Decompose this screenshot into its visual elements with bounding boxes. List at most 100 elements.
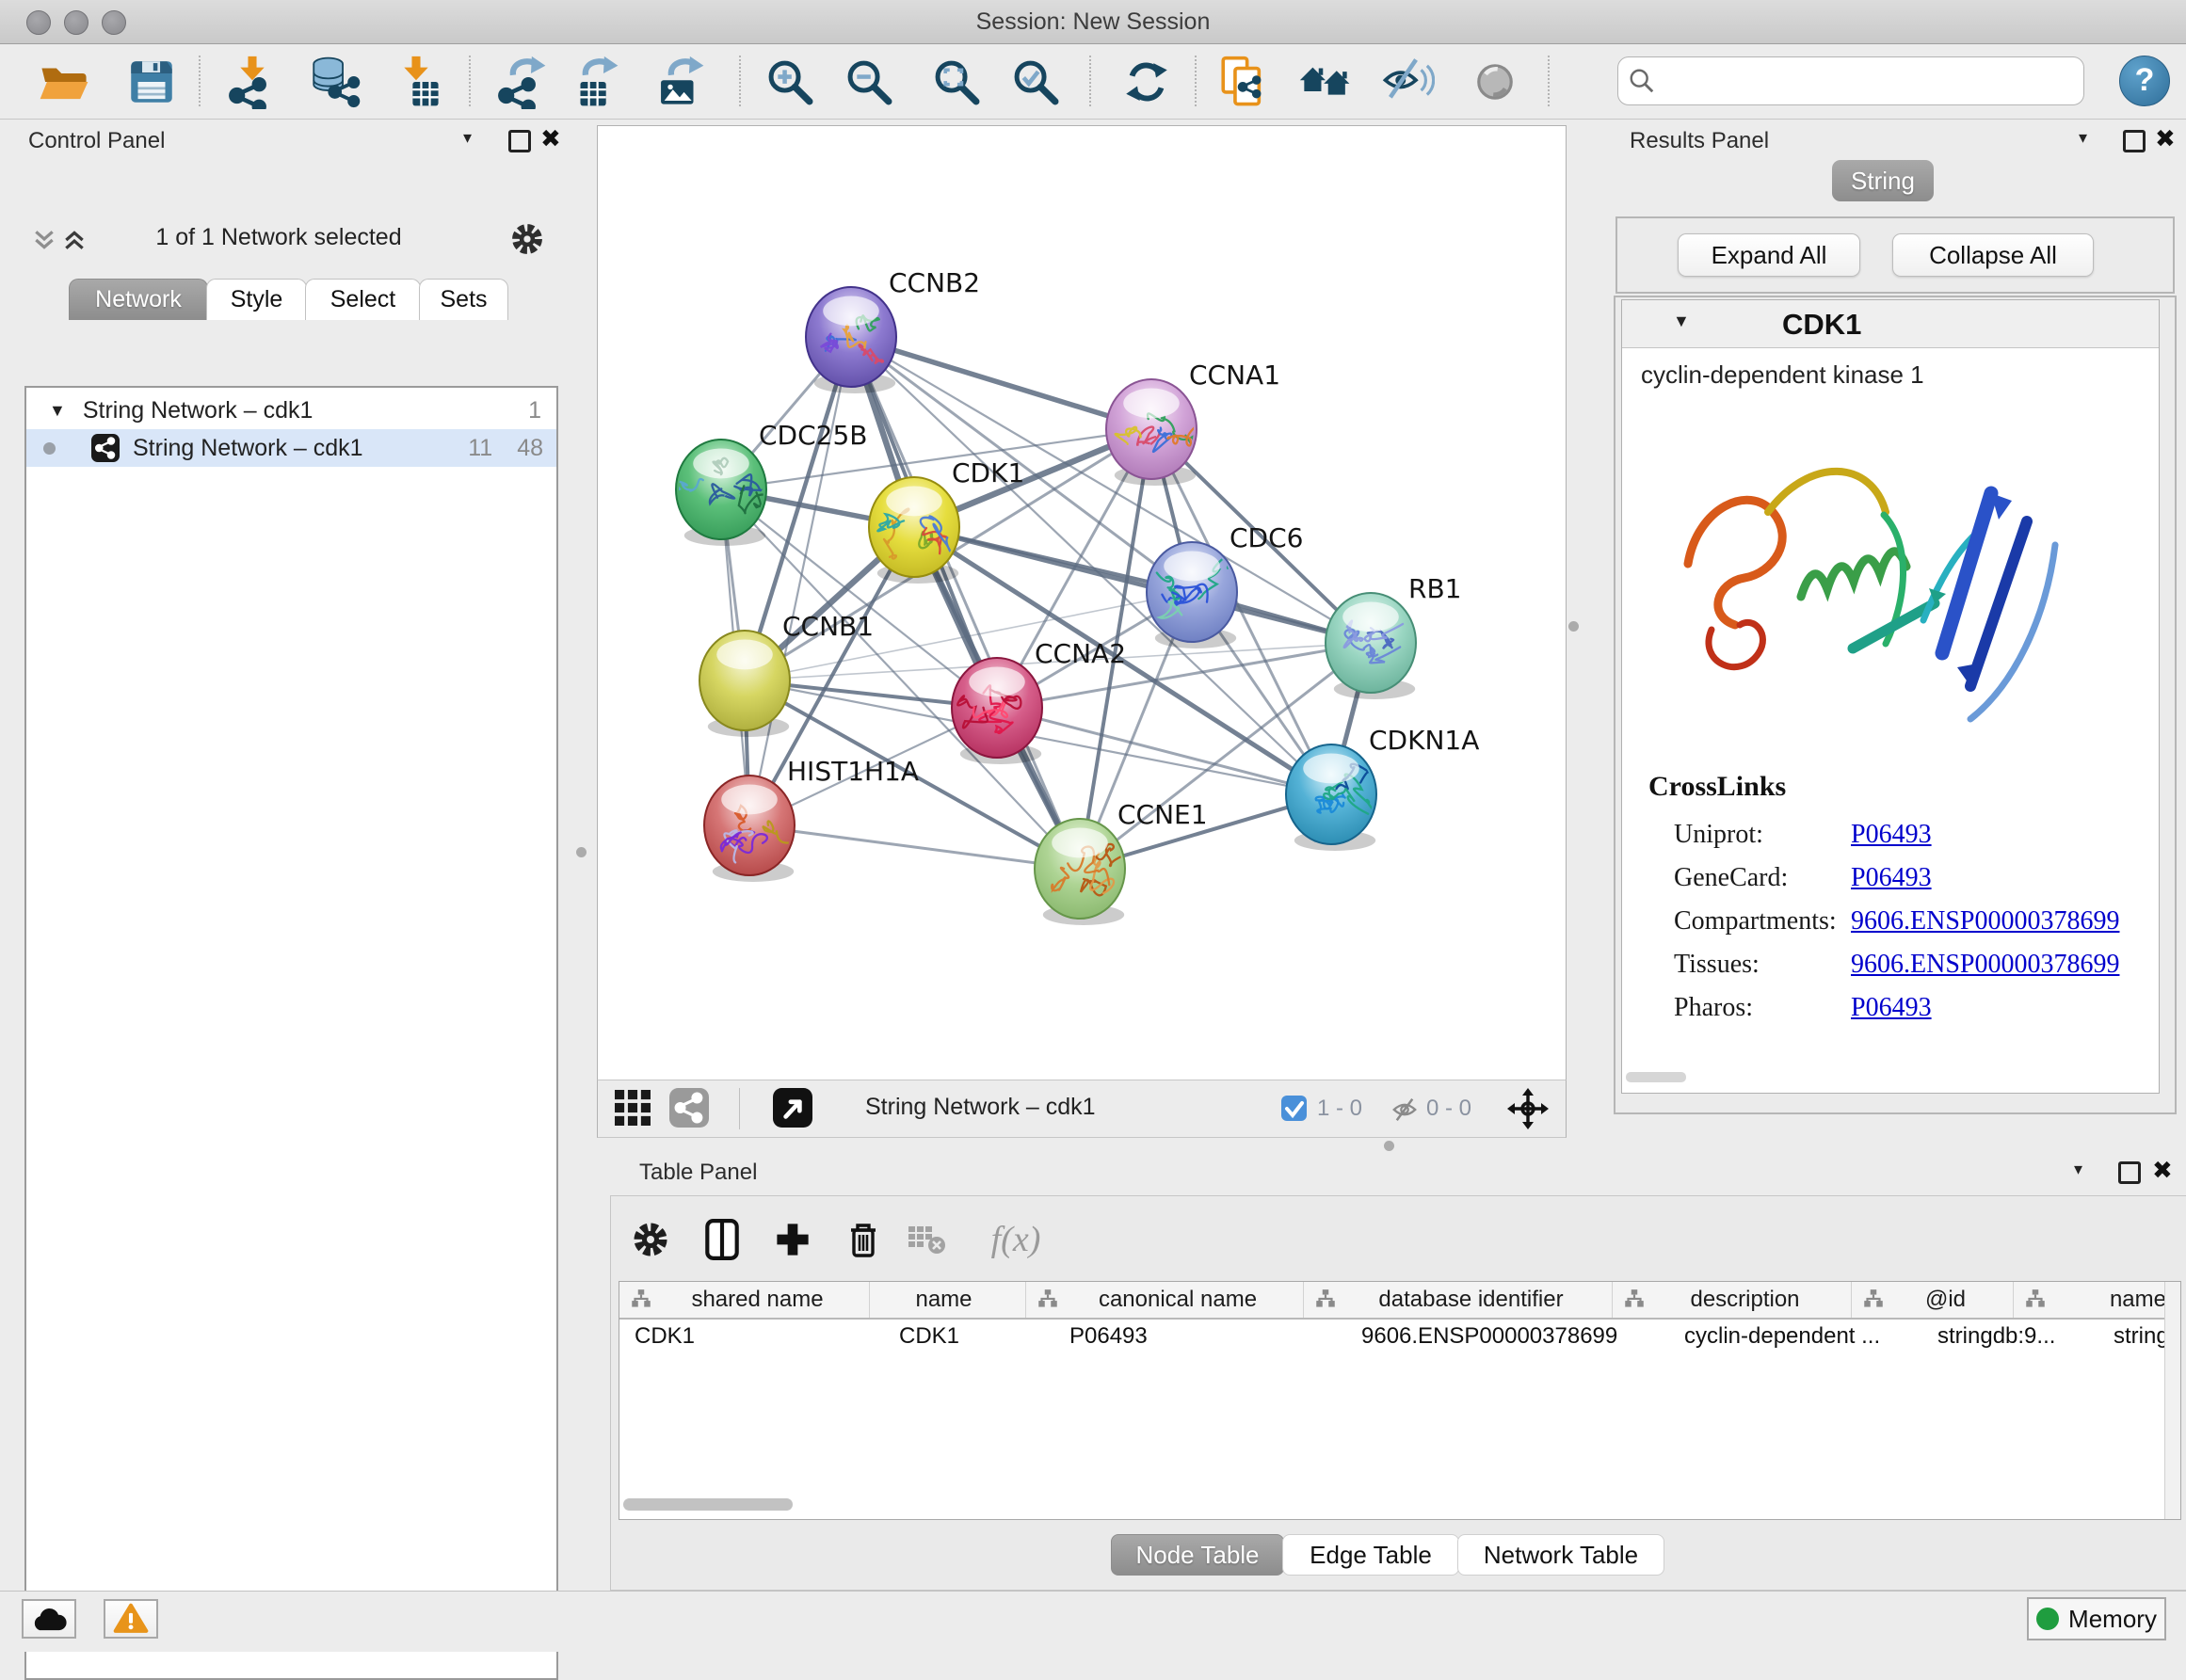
right-splitter-handle[interactable]: [1568, 621, 1579, 632]
results-panel-close-icon[interactable]: ✖: [2155, 128, 2176, 149]
goto-network-icon[interactable]: [773, 1088, 812, 1128]
column-header-name[interactable]: name: [870, 1282, 1026, 1318]
tab-network[interactable]: Network: [69, 279, 208, 320]
save-session-button[interactable]: [118, 52, 185, 112]
selected-checkbox-icon[interactable]: [1281, 1096, 1307, 1121]
tab-select[interactable]: Select: [305, 279, 421, 320]
fit-selected-crosshair-icon[interactable]: [1507, 1088, 1549, 1129]
table-cell[interactable]: cyclin-dependent ...: [1669, 1320, 1922, 1353]
table-cell[interactable]: CDK1: [619, 1320, 884, 1353]
network-type-share-icon[interactable]: [669, 1088, 709, 1128]
table-cell[interactable]: P06493: [1054, 1320, 1346, 1353]
results-panel-collapse-icon[interactable]: ▾: [2079, 128, 2087, 148]
add-column-icon[interactable]: [766, 1213, 819, 1266]
network-edge[interactable]: [851, 337, 1080, 869]
open-session-button[interactable]: [30, 52, 98, 112]
tab-edge-table[interactable]: Edge Table: [1282, 1534, 1459, 1576]
tab-string[interactable]: String: [1832, 160, 1934, 201]
zoom-fit-content-button[interactable]: [923, 52, 990, 112]
network-canvas[interactable]: CCNB2CCNA1CDC25BCDK1CDC6RB1CCNB1CCNA2CDK…: [597, 125, 1567, 1081]
network-row-selected[interactable]: String Network – cdk1 11 48: [26, 429, 556, 467]
cloud-button[interactable]: [22, 1599, 76, 1639]
network-node-rb1[interactable]: RB1: [1326, 573, 1461, 699]
refresh-button[interactable]: [1113, 52, 1181, 112]
crosslink-value-link[interactable]: 9606.ENSP00000378699: [1851, 943, 2119, 986]
control-panel-collapse-icon[interactable]: ▾: [463, 128, 472, 148]
column-header--id[interactable]: @id: [1852, 1282, 2014, 1318]
network-node-ccnb2[interactable]: CCNB2: [806, 267, 980, 393]
network-node-cdc6[interactable]: CDC6: [1147, 522, 1303, 648]
control-panel: Control Panel ▾ ✖ Network Style Select S…: [0, 119, 582, 1591]
export-image-button[interactable]: [646, 52, 714, 112]
network-node-ccna1[interactable]: CCNA1: [1106, 360, 1280, 486]
show-column-panel-icon[interactable]: [696, 1213, 748, 1266]
table-gear-icon[interactable]: [624, 1213, 677, 1266]
table-cell[interactable]: CDK1: [884, 1320, 1054, 1353]
bottom-splitter-handle[interactable]: [1384, 1141, 1394, 1151]
memory-button[interactable]: Memory: [2027, 1597, 2166, 1640]
column-label: description: [1647, 1287, 1851, 1313]
network-edge[interactable]: [851, 337, 1151, 429]
tab-node-table[interactable]: Node Table: [1111, 1534, 1284, 1576]
network-collection-row[interactable]: ▼ String Network – cdk1 1: [26, 392, 556, 429]
show-all-button[interactable]: [1461, 52, 1529, 112]
help-button[interactable]: ?: [2119, 56, 2170, 106]
collection-expand-icon[interactable]: ▼: [49, 401, 66, 421]
table-horizontal-scrollbar-thumb[interactable]: [623, 1498, 793, 1511]
new-network-from-selection-button[interactable]: [1210, 52, 1278, 112]
network-node-cdkn1a[interactable]: CDKN1A: [1286, 725, 1479, 851]
table-row[interactable]: CDK1CDK1P064939606.ENSP00000378699cyclin…: [619, 1320, 2181, 1353]
crosslink-value-link[interactable]: P06493: [1851, 856, 1932, 900]
export-network-button[interactable]: [488, 52, 555, 112]
crosslink-value-link[interactable]: 9606.ENSP00000378699: [1851, 900, 2119, 943]
left-splitter-handle[interactable]: [576, 847, 587, 857]
table-panel-collapse-icon[interactable]: ▾: [2074, 1160, 2082, 1179]
birds-eye-view-icon[interactable]: [615, 1090, 651, 1126]
column-header-database-identifier[interactable]: database identifier: [1304, 1282, 1613, 1318]
control-panel-close-icon[interactable]: ✖: [540, 128, 561, 149]
expand-all-button[interactable]: Expand All: [1678, 233, 1860, 277]
table-panel-close-icon[interactable]: ✖: [2152, 1160, 2173, 1180]
refresh-icon: [1119, 55, 1174, 109]
network-edge[interactable]: [749, 825, 1080, 869]
function-builder-icon: f(x): [978, 1213, 1053, 1266]
tab-style[interactable]: Style: [206, 279, 307, 320]
import-network-database-button[interactable]: [300, 52, 368, 112]
zoom-out-button[interactable]: [835, 52, 903, 112]
import-table-button[interactable]: [382, 52, 450, 112]
first-neighbors-button[interactable]: [1292, 52, 1359, 112]
tab-network-table[interactable]: Network Table: [1457, 1534, 1664, 1576]
crosslink-value-link[interactable]: P06493: [1851, 813, 1932, 856]
zoom-selected-button[interactable]: [1002, 52, 1069, 112]
column-header-shared-name[interactable]: shared name: [619, 1282, 870, 1318]
network-node-ccne1[interactable]: CCNE1: [1035, 799, 1208, 925]
column-header-canonical-name[interactable]: canonical name: [1026, 1282, 1304, 1318]
column-header-namespace[interactable]: namespace: [2014, 1282, 2181, 1318]
collapse-all-button[interactable]: Collapse All: [1892, 233, 2094, 277]
card-scrollbar-thumb[interactable]: [1626, 1072, 1686, 1082]
network-options-gear-icon[interactable]: [508, 220, 546, 258]
import-network-button[interactable]: [218, 52, 286, 112]
control-panel-float-icon[interactable]: [508, 130, 531, 152]
warning-button[interactable]: [104, 1599, 158, 1639]
table-cell[interactable]: stringdb:9...: [1922, 1320, 2098, 1353]
delete-column-icon[interactable]: [837, 1213, 890, 1266]
crosslink-value-link[interactable]: P06493: [1851, 986, 1932, 1030]
export-table-button[interactable]: [560, 52, 628, 112]
zoom-in-button[interactable]: [756, 52, 824, 112]
column-label: database identifier: [1338, 1287, 1612, 1313]
zoom-selected-icon: [1008, 55, 1063, 109]
table-header-row: shared namenamecanonical name database id…: [619, 1282, 2181, 1320]
table-cell[interactable]: 9606.ENSP00000378699: [1346, 1320, 1669, 1353]
table-panel-float-icon[interactable]: [2118, 1161, 2141, 1184]
search-input[interactable]: [1665, 61, 2083, 101]
tab-sets[interactable]: Sets: [419, 279, 508, 320]
cdk1-card-header[interactable]: ▼ CDK1: [1622, 300, 2159, 348]
results-panel-float-icon[interactable]: [2123, 130, 2146, 152]
network-node-hist1h1a[interactable]: HIST1H1A: [704, 756, 919, 882]
column-header-description[interactable]: description: [1613, 1282, 1852, 1318]
table-vertical-scrollbar[interactable]: [2164, 1282, 2180, 1519]
hide-selected-button[interactable]: [1374, 52, 1441, 112]
column-type-icon: [1304, 1288, 1338, 1312]
cdk1-collapse-icon[interactable]: ▼: [1673, 312, 1690, 331]
